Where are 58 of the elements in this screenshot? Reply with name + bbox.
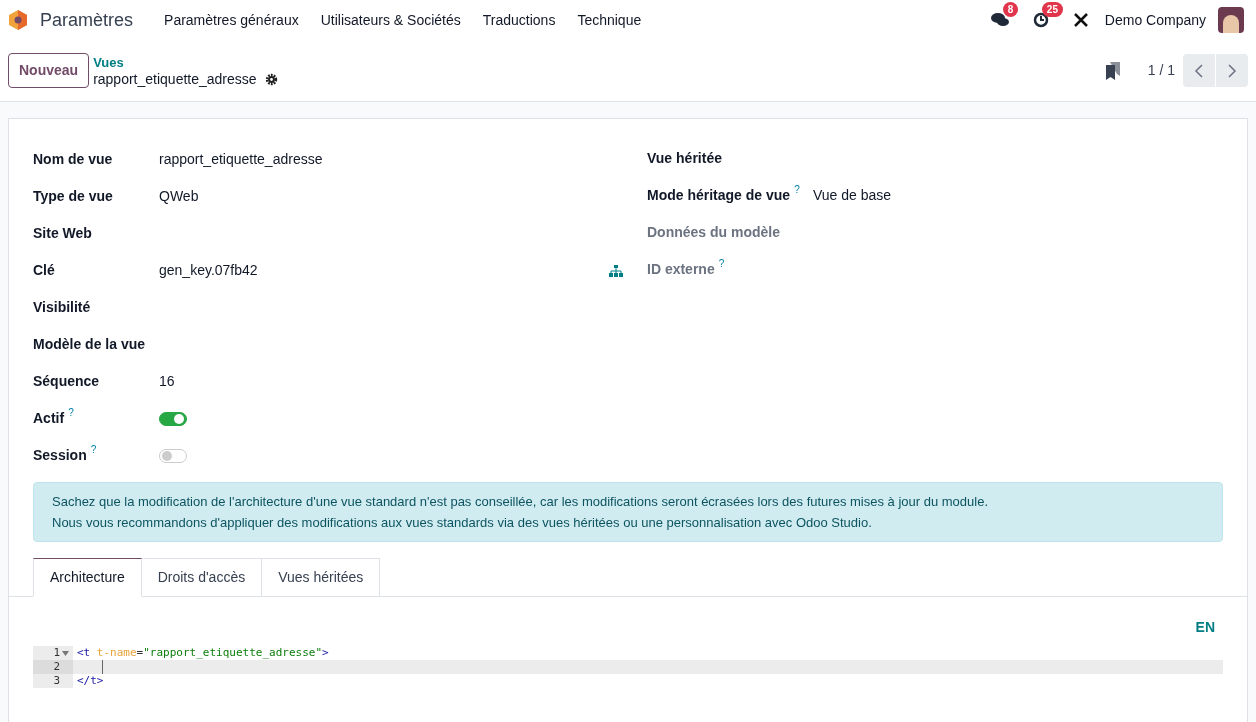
field-label: Nom de vue: [33, 151, 113, 167]
clock-icon[interactable]: [1032, 12, 1049, 28]
code-editor[interactable]: 1 <t t-name="rapport_etiquette_adresse"> 2 3 </t>: [33, 646, 1223, 688]
chat-icon[interactable]: [990, 12, 1009, 28]
field-label: Mode héritage de vue: [647, 186, 791, 205]
menu-item[interactable]: Paramètres généraux: [153, 9, 310, 31]
field-label: Visibilité: [33, 299, 91, 315]
field-label: Clé: [33, 262, 55, 278]
toggle-switch[interactable]: [159, 448, 187, 463]
record-title: rapport_etiquette_adresse: [93, 70, 257, 88]
field-label: ID externe: [647, 260, 715, 279]
code-line: <t t-name="rapport_etiquette_adresse">: [77, 646, 329, 660]
tab[interactable]: Architecture: [33, 558, 142, 597]
help-tooltip-mark[interactable]: ?: [90, 445, 97, 455]
field-label: Données du modèle: [647, 223, 781, 242]
settings-icon[interactable]: [264, 72, 278, 86]
alert-text: Nous vous recommandons d'appliquer des modifications aux vues standards via des vues héritées ou une personnalisation avec Odoo Studio.: [52, 514, 873, 532]
line-number: 3: [53, 674, 60, 688]
field-label: Modèle de la vue: [33, 336, 146, 352]
field-value: 16: [159, 372, 175, 391]
bookmark-icon[interactable]: [1105, 61, 1120, 80]
menu-item[interactable]: Technique: [566, 9, 653, 31]
field-label: Actif: [33, 410, 65, 426]
field-label: Vue héritée: [647, 149, 722, 168]
menu-item[interactable]: Traductions: [471, 9, 567, 31]
app-title[interactable]: Paramètres: [40, 6, 134, 34]
field-value: rapport_etiquette_adresse: [159, 150, 323, 169]
hierarchy-icon[interactable]: [609, 264, 623, 277]
breadcrumb-link[interactable]: Vues: [93, 53, 278, 71]
field-value: Vue de base: [813, 186, 892, 205]
alert-text: Sachez que la modification de l'architecture d'une vue standard n'est pas conseillée, car les modifications seront écrasées lors des futures mises à jour du module.: [52, 493, 989, 511]
field-label: Site Web: [33, 225, 92, 241]
tab[interactable]: Droits d'accès: [141, 558, 263, 597]
user-avatar[interactable]: [1218, 7, 1244, 33]
notification-badge: 25: [1041, 2, 1063, 17]
help-tooltip-mark[interactable]: ?: [68, 408, 74, 418]
pager-value[interactable]: 1 / 1: [1147, 60, 1175, 81]
new-button[interactable]: Nouveau: [8, 53, 90, 88]
code-line: </t>: [77, 674, 104, 688]
chevron-left-icon: [1194, 63, 1204, 78]
field-label: Séquence: [33, 373, 100, 389]
field-value: QWeb: [159, 187, 199, 206]
chevron-right-icon: [1227, 63, 1237, 78]
field-value: gen_key.07fb42: [159, 261, 258, 280]
company-switcher[interactable]: Demo Company: [1104, 9, 1206, 31]
notification-badge: 8: [1002, 2, 1019, 17]
language-button[interactable]: EN: [1195, 617, 1215, 638]
toggle-switch[interactable]: [159, 411, 187, 426]
tab[interactable]: Vues héritées: [262, 558, 381, 597]
help-tooltip-mark[interactable]: ?: [718, 259, 725, 269]
app-logo-icon[interactable]: [8, 9, 28, 31]
line-number: 2: [53, 660, 60, 674]
line-number: 1: [53, 646, 60, 660]
help-tooltip-mark[interactable]: ?: [794, 185, 800, 195]
menu-item[interactable]: Utilisateurs & Sociétés: [309, 9, 472, 31]
fold-caret-icon[interactable]: [62, 650, 69, 656]
field-label: Session: [33, 447, 87, 463]
field-label: Type de vue: [33, 188, 113, 204]
